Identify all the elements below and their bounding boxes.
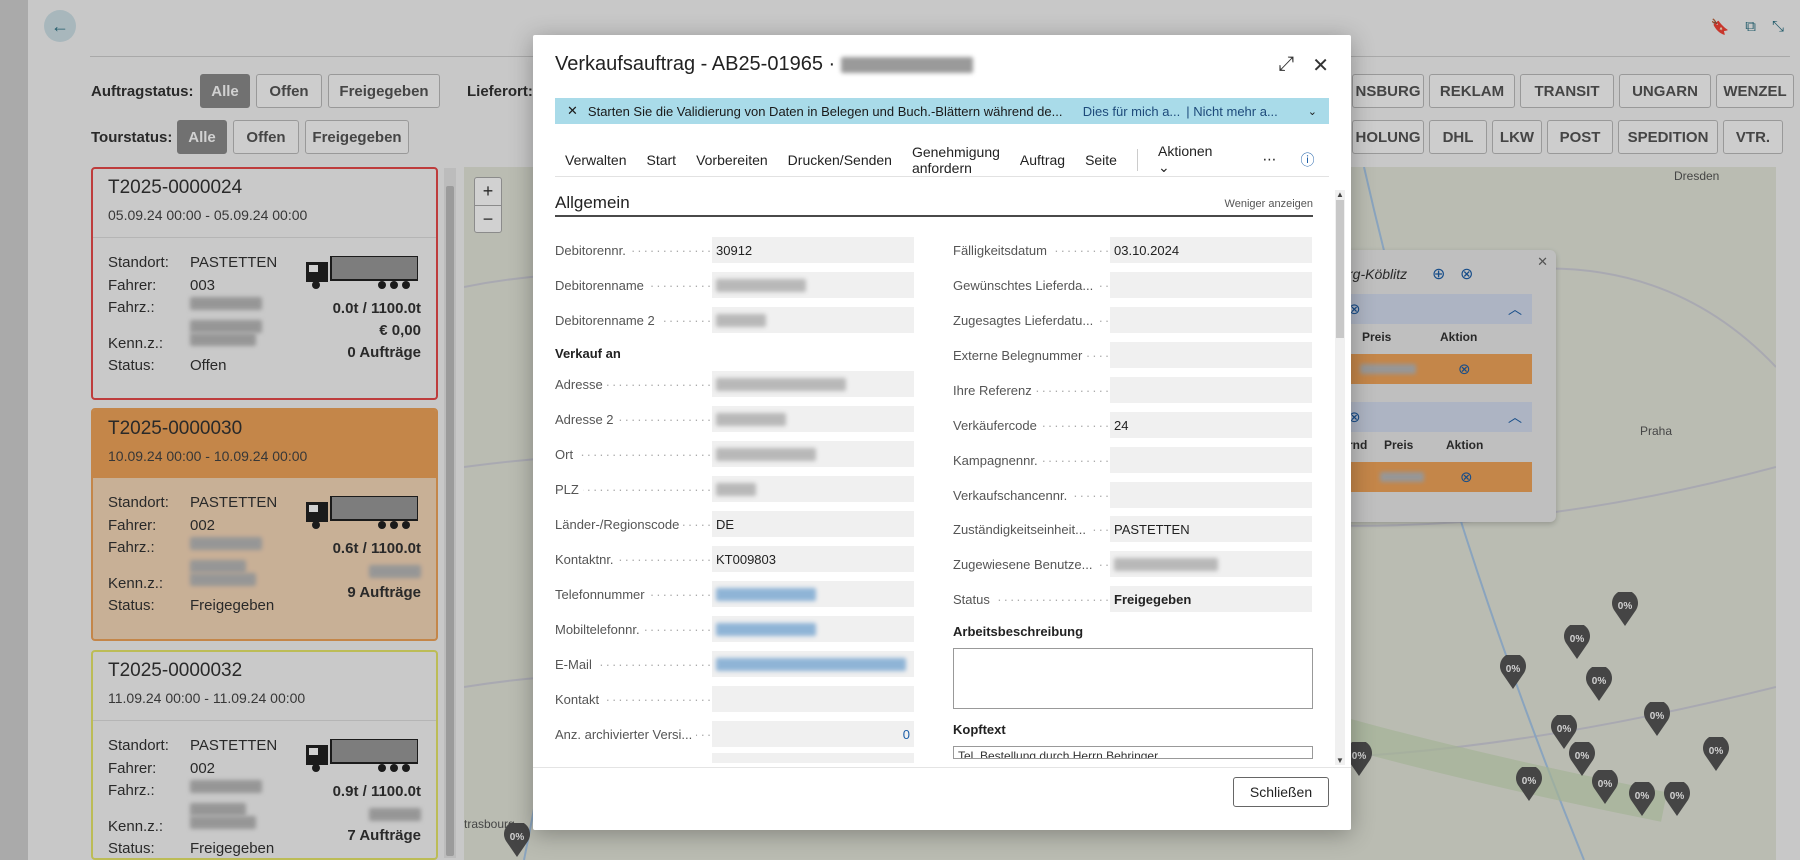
action-start[interactable]: Start <box>646 152 676 168</box>
input-status[interactable]: Freigegeben <box>1110 586 1312 612</box>
banner-link-never[interactable]: | Nicht mehr a... <box>1186 104 1278 119</box>
arbeitsbeschreibung-textarea[interactable] <box>953 648 1313 709</box>
more-icon[interactable]: ⋯ <box>1262 151 1276 168</box>
field-verkaufschancennr: Verkaufschancennr. <box>953 482 1312 508</box>
action-auftrag[interactable]: Auftrag <box>1020 152 1065 168</box>
input-ihre-referenz[interactable] <box>1110 377 1312 403</box>
input-debitorenname[interactable] <box>712 272 914 298</box>
action-bar: Verwalten Start Vorbereiten Drucken/Send… <box>555 143 1329 177</box>
field-zustaendigkeitseinheit: Zuständigkeitseinheit...PASTETTEN <box>953 516 1312 542</box>
input-externe-belegnummer[interactable] <box>1110 342 1312 368</box>
input-verkaufschancennr[interactable] <box>1110 482 1312 508</box>
notification-banner: ✕ Starten Sie die Validierung von Daten … <box>555 98 1329 124</box>
action-aktionen[interactable]: Aktionen ⌄ <box>1158 143 1232 176</box>
input-archivierte-versionen[interactable]: 0 <box>712 721 914 747</box>
scroll-down-icon[interactable]: ▼ <box>1336 756 1344 765</box>
field-kampagnennr: Kampagnennr. <box>953 447 1312 473</box>
dialog-title: Verkaufsauftrag - AB25-01965 · <box>555 53 973 76</box>
input-zugesagtes-lieferdatum[interactable] <box>1110 307 1312 333</box>
dismiss-icon[interactable]: ✕ <box>567 103 578 119</box>
arbeitsbeschreibung-label: Arbeitsbeschreibung <box>953 624 1084 639</box>
show-less-link[interactable]: Weniger anzeigen <box>1225 198 1313 210</box>
field-zugewiesene-benutzer: Zugewiesene Benutze... <box>953 551 1312 577</box>
input-telefonnummer[interactable] <box>712 581 914 607</box>
action-divider <box>1136 148 1138 171</box>
field-verkaeufercode: Verkäufercode24 <box>953 412 1312 438</box>
input-email[interactable] <box>712 651 914 677</box>
field-cutoff <box>555 753 914 763</box>
input-plz[interactable] <box>712 476 914 502</box>
scroll-up-icon[interactable]: ▲ <box>1336 190 1344 199</box>
verkauf-an-heading: Verkauf an <box>555 346 621 361</box>
chevron-down-icon: ⌄ <box>1157 159 1170 175</box>
input-mobiltelefonnr[interactable] <box>712 616 914 642</box>
chevron-down-icon[interactable]: ⌄ <box>1308 105 1317 118</box>
input-adresse[interactable] <box>712 371 914 397</box>
section-title: Allgemein <box>555 193 630 212</box>
field-zugesagtes-lieferdatum: Zugesagtes Lieferdatu... <box>953 307 1312 333</box>
action-vorbereiten[interactable]: Vorbereiten <box>696 152 768 168</box>
input-faelligkeitsdatum[interactable]: 03.10.2024 <box>1110 237 1312 263</box>
kopftext-textarea[interactable]: Tel. Bestellung durch Herrn Behringer <box>953 746 1313 759</box>
action-genehmigung[interactable]: Genehmigung anfordern <box>912 144 1000 176</box>
action-seite[interactable]: Seite <box>1085 152 1117 168</box>
input-debitorennr[interactable]: 30912 <box>712 237 914 263</box>
info-icon[interactable]: ⓘ <box>1300 150 1314 170</box>
dialog-scrollbar[interactable]: ▲ ▼ <box>1335 190 1345 765</box>
field-adresse2: Adresse 2 <box>555 406 914 432</box>
field-debitorenname2: Debitorenname 2 <box>555 307 914 333</box>
input-verkaeufercode[interactable]: 24 <box>1110 412 1312 438</box>
input-kampagnennr[interactable] <box>1110 447 1312 473</box>
input-adresse2[interactable] <box>712 406 914 432</box>
input-zustaendigkeitseinheit[interactable]: PASTETTEN <box>1110 516 1312 542</box>
expand-icon[interactable]: ⤢ <box>1278 53 1294 78</box>
field-gewuenschtes-lieferdatum: Gewünschtes Lieferda... <box>953 272 1312 298</box>
banner-link-dont-show[interactable]: Dies für mich a... <box>1083 104 1181 119</box>
scrollbar-thumb[interactable] <box>1336 200 1344 338</box>
field-faelligkeitsdatum: Fälligkeitsdatum03.10.2024 <box>953 237 1312 263</box>
input-kontakt[interactable] <box>712 686 914 712</box>
field-debitorennr: Debitorennr.30912 <box>555 237 914 263</box>
action-verwalten[interactable]: Verwalten <box>565 152 626 168</box>
field-plz: PLZ <box>555 476 914 502</box>
field-adresse: Adresse <box>555 371 914 397</box>
input-laendercode[interactable]: DE <box>712 511 914 537</box>
footer-divider <box>533 767 1351 768</box>
input-gewuenschtes-lieferdatum[interactable] <box>1110 272 1312 298</box>
input-kontaktnr[interactable]: KT009803 <box>712 546 914 572</box>
field-externe-belegnummer: Externe Belegnummer <box>953 342 1312 368</box>
close-button[interactable]: Schließen <box>1233 777 1329 807</box>
sales-order-dialog: Verkaufsauftrag - AB25-01965 · ⤢ ✕ ✕ Sta… <box>533 35 1351 830</box>
kopftext-label: Kopftext <box>953 722 1006 737</box>
input-ort[interactable] <box>712 441 914 467</box>
action-drucken-senden[interactable]: Drucken/Senden <box>788 152 892 168</box>
field-ihre-referenz: Ihre Referenz <box>953 377 1312 403</box>
field-email: E-Mail <box>555 651 914 677</box>
field-status: StatusFreigegeben <box>953 586 1312 612</box>
field-kontaktnr: Kontaktnr.KT009803 <box>555 546 914 572</box>
field-laendercode: Länder-/RegionscodeDE <box>555 511 914 537</box>
field-debitorenname: Debitorenname <box>555 272 914 298</box>
input-debitorenname2[interactable] <box>712 307 914 333</box>
section-allgemein: Allgemein Weniger anzeigen <box>555 193 1313 217</box>
field-kontakt: Kontakt <box>555 686 914 712</box>
close-icon[interactable]: ✕ <box>1312 53 1329 78</box>
field-ort: Ort <box>555 441 914 467</box>
input-zugewiesene-benutzer[interactable] <box>1110 551 1312 577</box>
field-archivierte-versionen: Anz. archivierter Versi...0 <box>555 721 914 747</box>
field-mobiltelefonnr: Mobiltelefonnr. <box>555 616 914 642</box>
banner-text: Starten Sie die Validierung von Daten in… <box>587 103 1063 119</box>
field-telefonnummer: Telefonnummer <box>555 581 914 607</box>
